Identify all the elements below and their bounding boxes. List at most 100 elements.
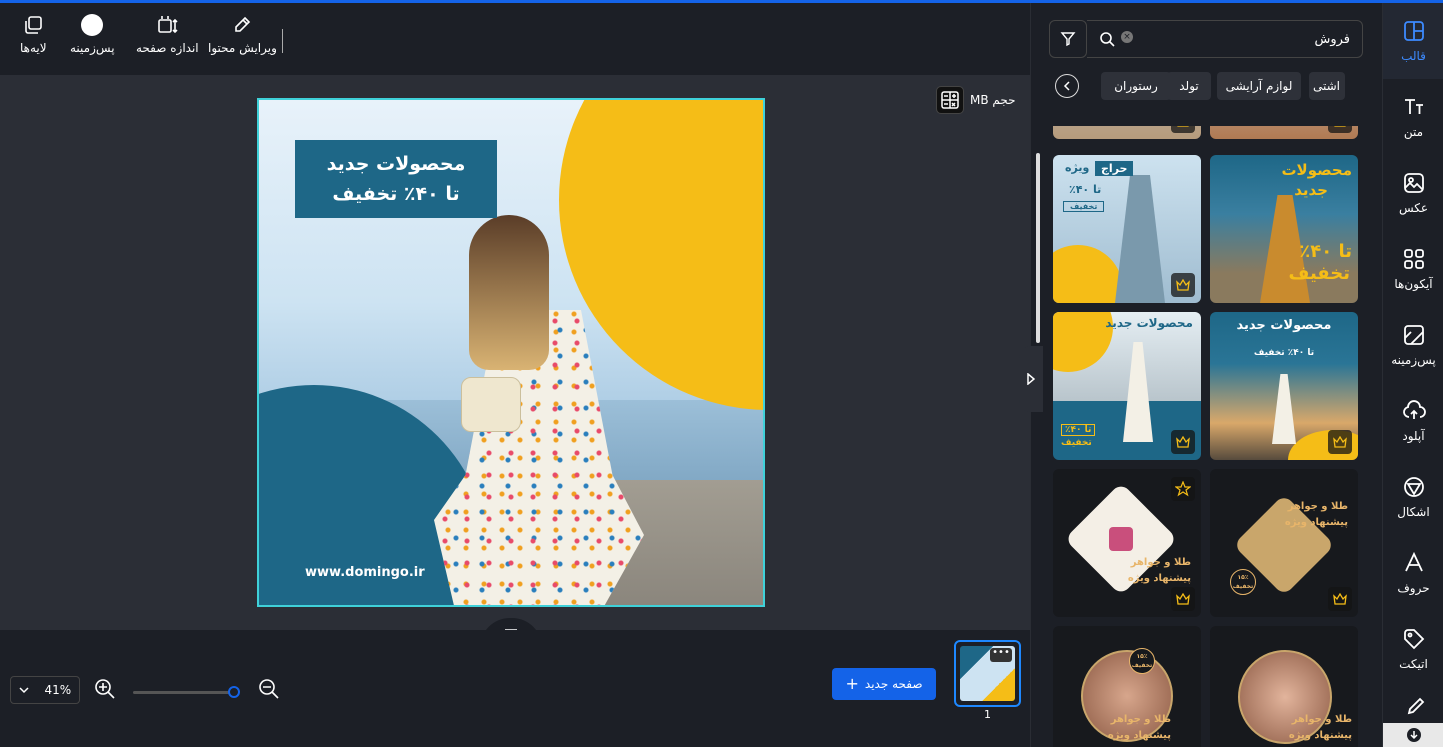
template-discount-label: تخفیف (1063, 201, 1105, 212)
favorite-star-icon[interactable] (1171, 477, 1195, 501)
template-card[interactable]: محصولات جدید تا ۴۰٪ تخفیف (1210, 155, 1358, 303)
layers-icon (21, 13, 45, 37)
nav-icons-label: آیکون‌ها (1394, 277, 1433, 291)
page-size-button[interactable]: اندازه صفحه (136, 13, 199, 55)
upload-cloud-icon (1402, 400, 1426, 419)
category-birthday[interactable]: تولد (1167, 72, 1211, 100)
nav-label-label: اتیکت (1399, 657, 1428, 671)
crown-icon (1171, 273, 1195, 297)
template-card[interactable]: طلا و جواهر پیشنهاد ویژه (1053, 469, 1201, 617)
page-thumbnail[interactable]: ••• (954, 640, 1021, 707)
edit-content-label: ویرایش محتوا (208, 41, 277, 55)
zoom-out-icon[interactable] (258, 678, 280, 700)
chevron-down-icon (19, 687, 29, 694)
template-card[interactable]: محصولات جدید تا ۴۰٪ تخفیف (1210, 312, 1358, 460)
category-cosmetics[interactable]: لوازم آرایشی (1217, 72, 1301, 100)
zoom-in-icon[interactable] (94, 678, 116, 700)
template-subtitle: پیشنهاد ویژه (1107, 730, 1171, 741)
design-artboard[interactable]: محصولات جدید تا ۴۰٪ تخفیف www.domingo.ir (257, 98, 765, 607)
template-subtitle: پیشنهاد ویژه (1288, 730, 1352, 741)
layers-label: لایه‌ها (20, 41, 47, 55)
nav-label[interactable]: اتیکت (1383, 611, 1443, 687)
new-page-button[interactable]: صفحه جدید + (832, 668, 936, 700)
toolbar-divider (282, 29, 283, 53)
template-title: محصولات جدید (1236, 318, 1332, 333)
category-partial[interactable]: اشتی (1309, 72, 1345, 100)
zoom-slider-handle[interactable] (228, 686, 240, 698)
nav-letters[interactable]: حروف (1383, 535, 1443, 611)
nav-upload[interactable]: آپلود (1383, 383, 1443, 459)
nav-photo[interactable]: عکس (1383, 155, 1443, 231)
layers-button[interactable]: لایه‌ها (20, 13, 47, 55)
artboard-photo-hair (469, 215, 549, 370)
search-input[interactable] (1150, 21, 1350, 57)
zoom-select[interactable]: 41% (10, 676, 80, 704)
template-title: طلا و جواهر (1291, 714, 1352, 725)
nav-background[interactable]: پس‌زمینه (1383, 307, 1443, 383)
template-card[interactable]: ۱۵٪ تخفیف طلا و جواهر پیشنهاد ویژه (1053, 626, 1201, 747)
tag-icon (1403, 629, 1424, 650)
triangle-right-icon (1027, 373, 1035, 385)
nav-draw[interactable] (1383, 693, 1443, 723)
nav-text[interactable]: متن (1383, 79, 1443, 155)
chevron-left-icon (1063, 81, 1070, 91)
artboard-title-box[interactable]: محصولات جدید تا ۴۰٪ تخفیف (295, 140, 497, 218)
collapse-panel-button[interactable] (1019, 346, 1043, 412)
background-color-icon (80, 13, 104, 37)
nav-template[interactable]: قالب (1383, 3, 1443, 79)
artboard-title-line1[interactable]: محصولات جدید (327, 149, 466, 179)
filter-button[interactable] (1049, 20, 1087, 58)
more-icon[interactable]: ••• (990, 648, 1012, 662)
template-card[interactable] (1053, 126, 1201, 139)
artboard-photo-backpack (461, 377, 521, 432)
template-card[interactable]: محصولات جدید تا ۴۰٪ تخفیف (1053, 312, 1201, 460)
template-card[interactable]: طلا و جواهر پیشنهاد ویژه ۱۵٪ تخفیف (1210, 469, 1358, 617)
template-title: طلا و جواهر (1130, 557, 1191, 568)
page-size-label: اندازه صفحه (136, 41, 199, 55)
artboard-url-text[interactable]: www.domingo.ir (305, 565, 425, 580)
background-icon (1403, 325, 1424, 345)
panel-scrollbar[interactable] (1036, 153, 1040, 343)
page-number: 1 (984, 708, 991, 721)
nav-background-label: پس‌زمینه (1391, 353, 1436, 367)
artboard-title-line2[interactable]: تا ۴۰٪ تخفیف (332, 179, 459, 209)
nav-shapes[interactable]: اشکال (1383, 459, 1443, 535)
clear-icon[interactable]: × (1121, 31, 1133, 43)
templates-panel: × رستوران تولد لوازم آرایشی اشتی حراج وی… (1019, 3, 1382, 747)
template-discount: تا ۴۰٪ (1299, 241, 1352, 262)
nav-photo-label: عکس (1398, 201, 1429, 215)
nav-shapes-label: اشکال (1397, 505, 1430, 519)
template-subtitle: پیشنهاد ویژه (1284, 517, 1348, 528)
template-card[interactable] (1210, 126, 1358, 139)
canvas-area: حجم MB محصولات جدید تا ۴۰٪ تخفیف www.dom… (0, 75, 1030, 648)
text-icon (1404, 99, 1423, 114)
resize-icon (155, 13, 179, 37)
template-title: حراج (1095, 161, 1134, 176)
templates-grid: حراج ویژه تا ۴۰٪ تخفیف محصولات جدید تا ۴… (1053, 126, 1359, 747)
new-page-label: صفحه جدید (864, 677, 923, 691)
nav-icons[interactable]: آیکون‌ها (1383, 231, 1443, 307)
search-icon[interactable] (1099, 31, 1115, 47)
template-subtitle: پیشنهاد ویژه (1127, 573, 1191, 584)
template-card[interactable]: طلا و جواهر پیشنهاد ویژه (1210, 626, 1358, 747)
zoom-slider[interactable] (133, 691, 233, 694)
background-button[interactable]: پس‌زمینه (70, 13, 115, 55)
grid-icon (1403, 249, 1424, 269)
nav-template-label: قالب (1401, 49, 1426, 63)
photo-icon (1403, 173, 1424, 193)
page-thumbnail-image: ••• (960, 646, 1015, 701)
categories-prev-button[interactable] (1055, 74, 1079, 98)
category-restaurant[interactable]: رستوران (1101, 72, 1171, 100)
template-subtitle: ویژه (1065, 161, 1090, 174)
calculator-icon[interactable] (936, 86, 964, 114)
crown-icon (1328, 126, 1352, 133)
edit-content-button[interactable]: ویرایش محتوا (208, 13, 277, 55)
template-discount: تا ۴۰٪ تخفیف (1253, 348, 1315, 358)
file-size-indicator: حجم MB (936, 86, 1016, 114)
crown-icon (1328, 587, 1352, 611)
template-subtitle: جدید (1294, 181, 1328, 199)
template-badge: ۱۵٪ تخفیف (1129, 648, 1155, 674)
nav-scroll-down-button[interactable] (1383, 723, 1443, 747)
background-label: پس‌زمینه (70, 41, 115, 55)
template-card[interactable]: حراج ویژه تا ۴۰٪ تخفیف (1053, 155, 1201, 303)
